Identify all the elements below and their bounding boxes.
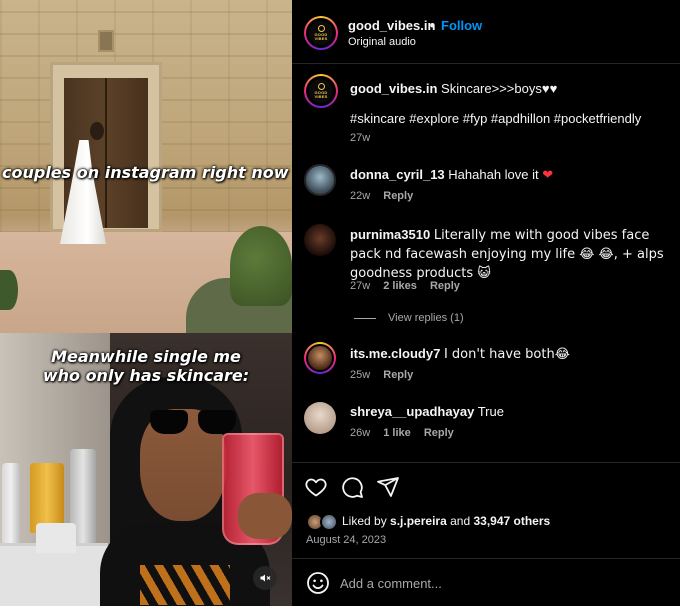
- caption-username[interactable]: good_vibes.in: [350, 81, 437, 96]
- liked-by-user[interactable]: s.j.pereira: [390, 514, 447, 528]
- media-top-panel: couples on instagram right now: [0, 0, 292, 333]
- skincare-bottle: [2, 463, 20, 543]
- comment-text: I don't have both😂: [443, 347, 570, 362]
- comment-likes[interactable]: 1 like: [383, 427, 411, 439]
- comment-body: purnima3510 Literally me with good vibes…: [350, 226, 676, 283]
- comment-username[interactable]: its.me.cloudy7: [350, 346, 440, 361]
- caption-line-1: Meanwhile single me: [51, 347, 241, 366]
- comment-username[interactable]: shreya__upadhayay: [350, 404, 474, 419]
- caption-line-2: who only has skincare:: [42, 366, 250, 385]
- comment-bubble-icon[interactable]: [340, 475, 364, 499]
- avatar[interactable]: [304, 342, 336, 374]
- reply-button[interactable]: Reply: [430, 280, 460, 292]
- liked-by-prefix: Liked by: [342, 514, 387, 528]
- comment-body: donna_cyril_13 Hahahah love it ❤: [350, 166, 670, 185]
- reply-button[interactable]: Reply: [383, 369, 413, 381]
- avatar[interactable]: [304, 164, 336, 196]
- comment-likes[interactable]: 2 likes: [383, 280, 417, 292]
- comment-username[interactable]: donna_cyril_13: [350, 167, 445, 182]
- media-bottom-panel: Meanwhile single me who only has skincar…: [0, 333, 292, 606]
- comments-list[interactable]: GOOD VIBES good_vibes.in Skincare>>>boys…: [292, 64, 680, 462]
- bush: [230, 226, 292, 306]
- audio-label[interactable]: Original audio: [348, 36, 416, 48]
- good-vibes-logo: GOOD VIBES: [309, 79, 333, 103]
- skincare-jar: [36, 523, 76, 553]
- author-avatar[interactable]: GOOD VIBES: [304, 16, 338, 50]
- comment-time[interactable]: 27w: [350, 280, 370, 292]
- caption-text: Skincare>>>boys♥♥: [441, 81, 558, 96]
- comment-meta: 26w 1 like Reply: [350, 427, 464, 439]
- post-header: GOOD VIBES good_vibes.in • Follow Origin…: [292, 0, 680, 64]
- wall-window: [98, 30, 114, 52]
- shirt-print: [140, 565, 230, 605]
- media-caption-bottom: Meanwhile single me who only has skincar…: [0, 347, 292, 385]
- separator-dot: •: [430, 18, 435, 33]
- avatar[interactable]: [304, 402, 336, 434]
- comment-text: True: [477, 404, 504, 419]
- comment-time[interactable]: 25w: [350, 369, 370, 381]
- media-caption-top: couples on instagram right now: [2, 163, 289, 182]
- comment-time[interactable]: 22w: [350, 190, 370, 202]
- post-media[interactable]: couples on instagram right now Meanwhile…: [0, 0, 292, 606]
- comment-body: shreya__upadhayay True: [350, 403, 670, 421]
- likes-count[interactable]: 33,947 others: [473, 514, 550, 528]
- caption-body: good_vibes.in Skincare>>>boys♥♥: [350, 80, 670, 98]
- hand: [238, 493, 292, 539]
- comment-meta: 27w 2 likes Reply: [350, 280, 470, 292]
- caption-time[interactable]: 27w: [350, 132, 370, 144]
- good-vibes-logo: GOOD VIBES: [309, 21, 333, 45]
- smiley-icon[interactable]: [306, 571, 330, 595]
- post-date[interactable]: August 24, 2023: [306, 534, 386, 546]
- caption-meta: 27w: [350, 132, 380, 144]
- caption-author-avatar[interactable]: GOOD VIBES: [304, 74, 338, 108]
- comment-time[interactable]: 26w: [350, 427, 370, 439]
- follow-button[interactable]: Follow: [441, 18, 482, 33]
- comment-username[interactable]: purnima3510: [350, 227, 430, 242]
- reply-button[interactable]: Reply: [424, 427, 454, 439]
- reply-button[interactable]: Reply: [383, 190, 413, 202]
- liked-by-and: and: [450, 514, 471, 528]
- view-replies-label: View replies (1): [388, 312, 464, 324]
- comment-meta: 22w Reply: [350, 190, 423, 202]
- liked-by-avatars[interactable]: [306, 513, 340, 531]
- paper-plane-icon[interactable]: [376, 475, 400, 499]
- mute-button[interactable]: [253, 566, 277, 590]
- comment-body: its.me.cloudy7 I don't have both😂: [350, 345, 670, 364]
- comment-meta: 25w Reply: [350, 369, 423, 381]
- add-comment-bar: [292, 558, 680, 606]
- comment-input[interactable]: [340, 569, 660, 597]
- view-replies-button[interactable]: View replies (1): [354, 312, 464, 324]
- author-username[interactable]: good_vibes.in: [348, 18, 435, 33]
- heart-emoji: ❤: [542, 168, 554, 183]
- heart-outline-icon[interactable]: [304, 475, 328, 499]
- shrub: [0, 270, 18, 310]
- replies-divider: [354, 317, 376, 319]
- avatar[interactable]: [304, 224, 336, 256]
- liked-by-text: Liked by s.j.pereira and 33,947 others: [342, 514, 550, 528]
- woman-head: [90, 122, 104, 140]
- post-details-panel: GOOD VIBES good_vibes.in • Follow Origin…: [292, 0, 680, 606]
- post-actions: Liked by s.j.pereira and 33,947 others A…: [292, 462, 680, 558]
- speaker-muted-icon: [260, 574, 271, 582]
- caption-hashtags[interactable]: #skincare #explore #fyp #apdhillon #pock…: [350, 110, 670, 128]
- comment-text: Hahahah love it: [448, 167, 539, 182]
